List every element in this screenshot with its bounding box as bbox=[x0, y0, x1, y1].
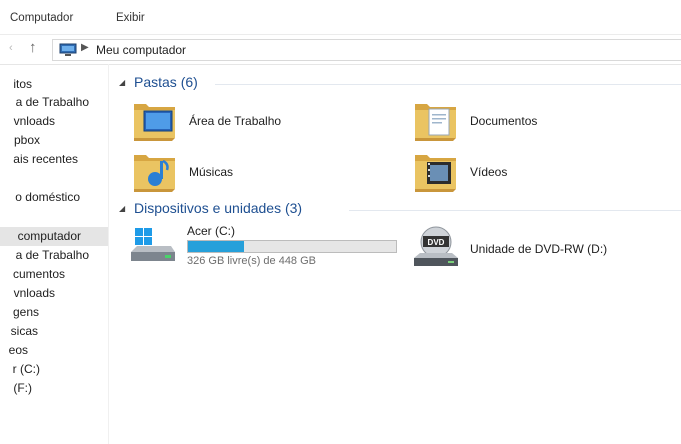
group-divider bbox=[215, 84, 681, 85]
nav-item-pictures[interactable]: gens bbox=[0, 303, 108, 322]
breadcrumb-separator-icon[interactable]: ▶ bbox=[81, 42, 89, 53]
breadcrumb-current[interactable]: Meu computador bbox=[96, 43, 186, 57]
desktop-folder-icon bbox=[134, 104, 175, 141]
dvd-badge: DVD bbox=[428, 238, 445, 247]
tab-computador[interactable]: Computador bbox=[10, 12, 73, 24]
group-title-devices: Dispositivos e unidades (3) bbox=[134, 200, 303, 216]
drive-usage-bar bbox=[187, 240, 397, 253]
dvd-drive-icon: DVD bbox=[414, 226, 458, 266]
nav-item-pc-downloads[interactable]: vnloads bbox=[0, 284, 108, 303]
recent-locations-icon[interactable]: ‹ bbox=[9, 42, 13, 54]
nav-item-downloads[interactable]: vnloads bbox=[0, 112, 108, 131]
group-divider bbox=[349, 210, 681, 211]
nav-item-recent-places[interactable]: ais recentes bbox=[0, 150, 108, 169]
nav-item-music[interactable]: sicas bbox=[0, 322, 108, 341]
drive-free-space: 326 GB livre(s) de 448 GB bbox=[187, 255, 317, 267]
group-header-devices[interactable]: ◢ Dispositivos e unidades (3) bbox=[119, 200, 681, 220]
nav-item-drive-f[interactable]: (F:) bbox=[0, 379, 108, 398]
drive-tile-c[interactable]: Acer (C:) 326 GB livre(s) de 448 GB bbox=[129, 224, 409, 272]
collapse-triangle-icon[interactable]: ◢ bbox=[119, 78, 125, 87]
folder-tile-documents[interactable]: Documentos bbox=[412, 96, 672, 144]
folder-tile-videos[interactable]: Vídeos bbox=[412, 147, 672, 195]
folder-tile-music[interactable]: Músicas bbox=[131, 147, 391, 195]
music-folder-icon bbox=[134, 155, 175, 192]
folder-label-desktop: Área de Trabalho bbox=[189, 114, 282, 128]
navigation-pane: itos a de Trabalho vnloads pbox ais rece… bbox=[0, 64, 109, 444]
tab-exibir[interactable]: Exibir bbox=[116, 12, 145, 24]
nav-item-drive-c[interactable]: r (C:) bbox=[0, 360, 108, 379]
nav-item-homegroup[interactable]: o doméstico bbox=[0, 188, 108, 207]
folder-label-documents: Documentos bbox=[470, 114, 538, 128]
content-pane: ◢ Pastas (6) Área de Trabalho Documentos bbox=[109, 64, 681, 444]
nav-item-desktop[interactable]: a de Trabalho bbox=[0, 93, 108, 112]
nav-item-videos[interactable]: eos bbox=[0, 341, 108, 360]
videos-folder-icon bbox=[415, 155, 456, 192]
drive-label-c: Acer (C:) bbox=[187, 224, 235, 238]
hard-drive-icon bbox=[131, 228, 175, 261]
nav-item-this-pc[interactable]: computador bbox=[0, 227, 108, 246]
up-arrow-icon[interactable]: ↑ bbox=[29, 39, 37, 56]
address-box[interactable]: ▶ Meu computador bbox=[52, 39, 681, 61]
drive-tile-dvd[interactable]: DVD Unidade de DVD-RW (D:) bbox=[412, 224, 672, 272]
address-bar-row: ‹ ↑ ▶ Meu computador bbox=[0, 34, 681, 65]
group-title-folders: Pastas (6) bbox=[134, 74, 198, 90]
drive-label-dvd: Unidade de DVD-RW (D:) bbox=[470, 242, 608, 256]
ribbon-tabs: Computador Exibir bbox=[0, 0, 681, 35]
nav-item-pc-desktop[interactable]: a de Trabalho bbox=[0, 246, 108, 265]
folder-label-music: Músicas bbox=[189, 165, 234, 179]
nav-item-dropbox[interactable]: pbox bbox=[0, 131, 108, 150]
folder-label-videos: Vídeos bbox=[470, 165, 508, 179]
folder-tile-desktop[interactable]: Área de Trabalho bbox=[131, 96, 391, 144]
nav-item-documents[interactable]: cumentos bbox=[0, 265, 108, 284]
group-header-folders[interactable]: ◢ Pastas (6) bbox=[119, 74, 681, 94]
collapse-triangle-icon[interactable]: ◢ bbox=[119, 204, 125, 213]
drive-usage-fill bbox=[188, 241, 245, 252]
documents-folder-icon bbox=[415, 104, 456, 141]
computer-icon bbox=[59, 43, 77, 56]
nav-item-favorites[interactable]: itos bbox=[0, 75, 108, 94]
